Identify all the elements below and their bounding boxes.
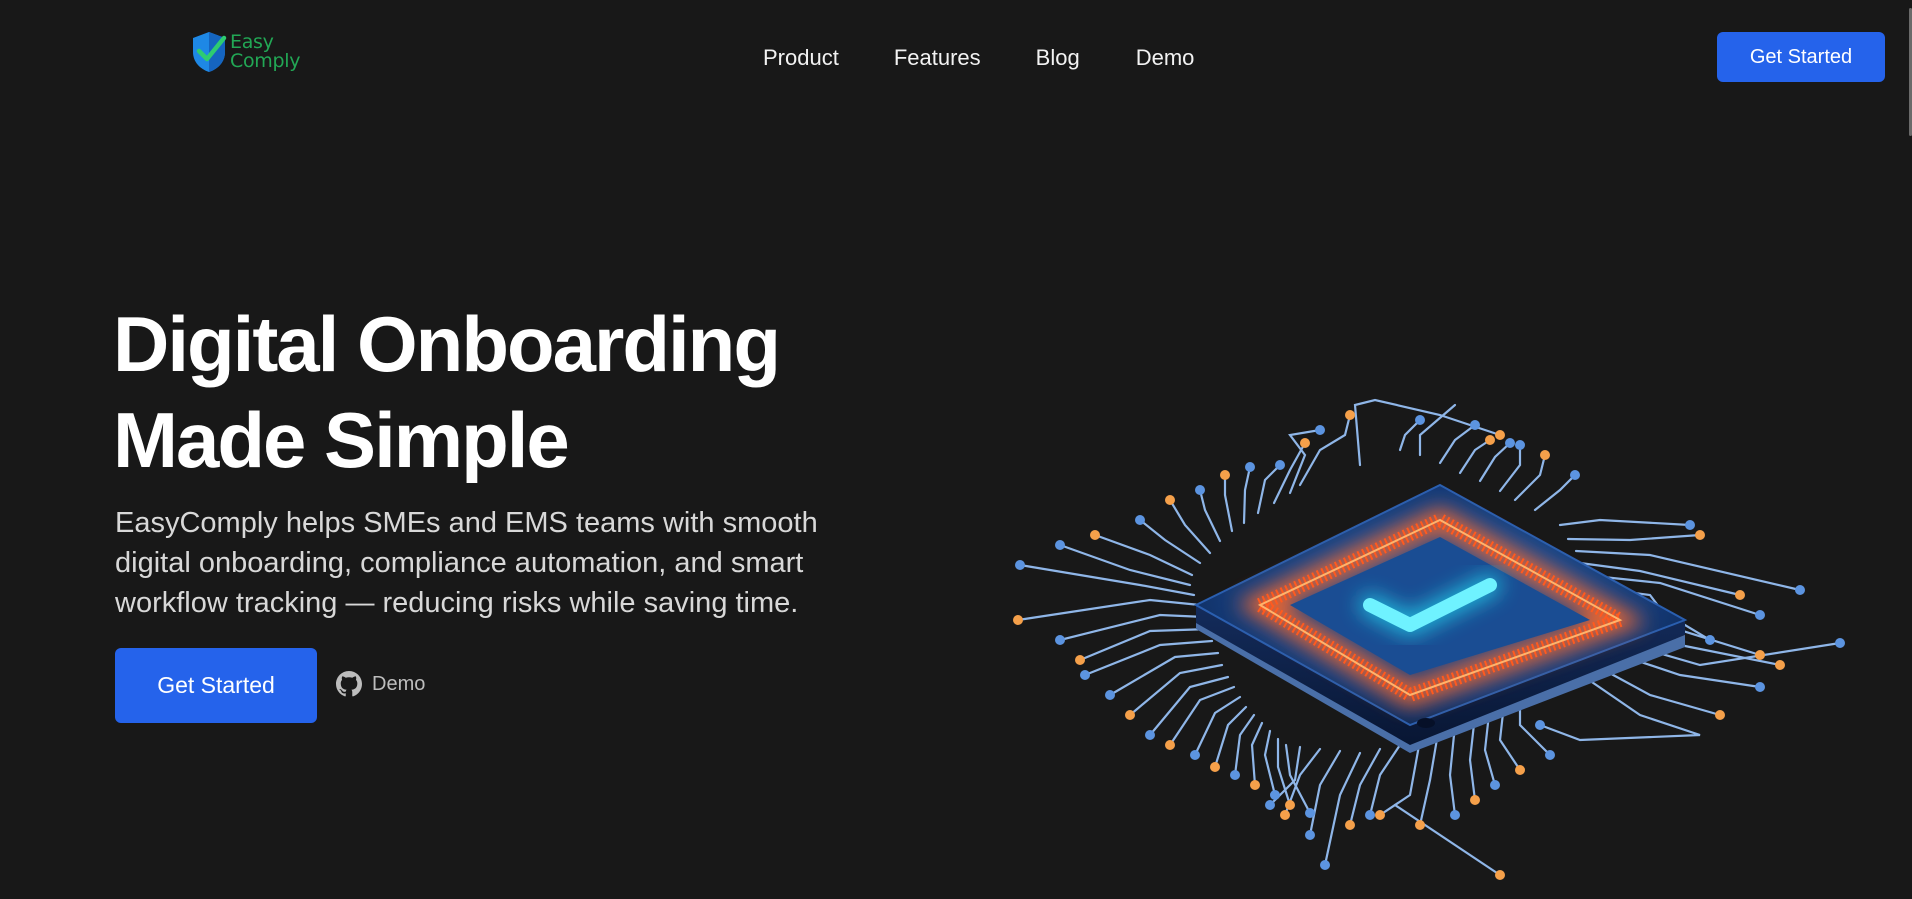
hero-get-started-button[interactable]: Get Started <box>115 648 317 723</box>
github-icon <box>336 671 362 697</box>
landing-page: Easy Comply Product Features Blog Demo G… <box>0 0 1912 899</box>
main-nav: Product Features Blog Demo <box>763 42 1249 74</box>
nav-item-blog[interactable]: Blog <box>1036 42 1080 74</box>
logo-line-comply: Comply <box>230 50 301 72</box>
hero-title-line-2: Made Simple <box>113 396 570 484</box>
nav-item-product[interactable]: Product <box>763 42 839 74</box>
nav-item-demo[interactable]: Demo <box>1136 42 1195 74</box>
shield-check-icon <box>193 32 227 72</box>
hero-title-line-1: Digital Onboarding <box>113 300 781 388</box>
demo-link-label: Demo <box>372 672 426 695</box>
header-get-started-button[interactable]: Get Started <box>1717 32 1885 82</box>
nav-item-features[interactable]: Features <box>894 42 981 74</box>
hero-description: EasyComply helps SMEs and EMS teams with… <box>115 507 818 619</box>
hero-title: Digital Onboarding Made Simple <box>113 296 913 488</box>
logo[interactable]: Easy Comply <box>190 30 300 74</box>
chip-body <box>1193 483 1688 753</box>
chip-checkmark-illustration <box>1013 398 1845 880</box>
logo-text: Easy Comply <box>230 33 300 71</box>
demo-link[interactable]: Demo <box>336 671 425 697</box>
